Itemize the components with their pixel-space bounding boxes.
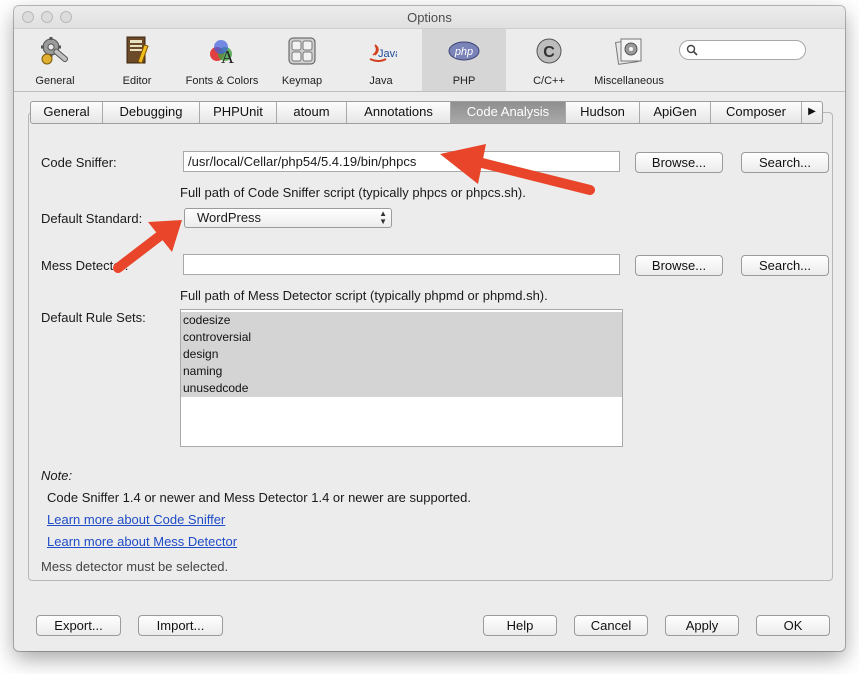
miscellaneous-icon (615, 38, 642, 65)
help-button[interactable]: Help (483, 615, 557, 636)
toolbar-general[interactable]: General (18, 29, 92, 91)
ok-button[interactable]: OK (756, 615, 830, 636)
note-title: Note: (41, 468, 73, 483)
apply-button[interactable]: Apply (665, 615, 739, 636)
tab-code-analysis[interactable]: Code Analysis (451, 102, 566, 123)
options-toolbar: General Editor A Fonts & Colors Keymap J… (14, 29, 845, 92)
cancel-button[interactable]: Cancel (574, 615, 648, 636)
search-icon (686, 44, 698, 56)
toolbar-fonts-colors[interactable]: A Fonts & Colors (178, 29, 266, 91)
default-standard-label: Default Standard: (41, 211, 143, 226)
tab-composer[interactable]: Composer (711, 102, 802, 123)
toolbar-miscellaneous[interactable]: Miscellaneous (588, 29, 670, 91)
toolbar-keymap[interactable]: Keymap (268, 29, 336, 91)
svg-text:php: php (454, 46, 473, 58)
default-standard-select[interactable]: WordPress ▲ ▼ (184, 208, 392, 228)
cpp-icon: C (536, 38, 562, 64)
code-analysis-panel: Code Sniffer: /usr/local/Cellar/php54/5.… (28, 112, 833, 581)
svg-text:C: C (543, 44, 555, 61)
toolbar-java[interactable]: Java Java (348, 29, 414, 91)
tab-atoum[interactable]: atoum (277, 102, 347, 123)
tab-phpunit[interactable]: PHPUnit (200, 102, 277, 123)
mess-detector-browse-button[interactable]: Browse... (635, 255, 723, 276)
import-button[interactable]: Import... (138, 615, 223, 636)
mess-detector-label: Mess Detector: (41, 258, 129, 273)
toolbar-php[interactable]: php PHP (422, 29, 506, 91)
list-item[interactable]: naming (181, 363, 622, 380)
svg-text:A: A (221, 47, 234, 67)
toolbar-cpp[interactable]: C C/C++ (516, 29, 582, 91)
tab-debugging[interactable]: Debugging (103, 102, 200, 123)
php-icon: php (448, 41, 480, 61)
rule-sets-list[interactable]: codesize controversial design naming unu… (180, 309, 623, 447)
window-title: Options (407, 10, 452, 25)
mess-detector-search-button[interactable]: Search... (741, 255, 829, 276)
tab-general[interactable]: General (31, 102, 103, 123)
mess-detector-hint: Full path of Mess Detector script (typic… (180, 288, 548, 303)
php-tabs: General Debugging PHPUnit atoum Annotati… (30, 101, 823, 124)
code-sniffer-path-input[interactable]: /usr/local/Cellar/php54/5.4.19/bin/phpcs (183, 151, 620, 172)
validation-status: Mess detector must be selected. (41, 559, 229, 574)
svg-text:Java: Java (378, 48, 397, 60)
code-sniffer-browse-button[interactable]: Browse... (635, 152, 723, 173)
mess-detector-path-input[interactable] (183, 254, 620, 275)
title-bar: Options (14, 6, 845, 29)
java-icon: Java (369, 44, 397, 62)
options-window: Options General Editor A Fonts & Colors … (14, 6, 845, 651)
code-sniffer-label: Code Sniffer: (41, 155, 117, 170)
note-text: Code Sniffer 1.4 or newer and Mess Detec… (47, 490, 471, 505)
list-item[interactable]: design (181, 346, 622, 363)
editor-icon (126, 36, 149, 64)
list-item[interactable]: codesize (181, 312, 622, 329)
list-item[interactable]: controversial (181, 329, 622, 346)
default-rule-sets-label: Default Rule Sets: (41, 310, 146, 325)
list-item[interactable]: unusedcode (181, 380, 622, 397)
learn-mess-detector-link[interactable]: Learn more about Mess Detector (47, 534, 237, 549)
triangle-right-icon: ▶ (808, 106, 816, 117)
export-button[interactable]: Export... (36, 615, 121, 636)
tab-hudson[interactable]: Hudson (566, 102, 640, 123)
keyboard-icon (288, 37, 316, 65)
select-arrows-icon: ▲ ▼ (379, 209, 387, 226)
tab-apigen[interactable]: ApiGen (640, 102, 711, 123)
tab-annotations[interactable]: Annotations (347, 102, 451, 123)
gear-wrench-icon (41, 37, 69, 65)
code-sniffer-search-button[interactable]: Search... (741, 152, 829, 173)
code-sniffer-hint: Full path of Code Sniffer script (typica… (180, 185, 526, 200)
toolbar-search-input[interactable] (679, 40, 806, 60)
fonts-colors-icon: A (210, 40, 234, 67)
tabs-overflow-button[interactable]: ▶ (802, 102, 822, 123)
learn-code-sniffer-link[interactable]: Learn more about Code Sniffer (47, 512, 225, 527)
toolbar-editor[interactable]: Editor (102, 29, 172, 91)
